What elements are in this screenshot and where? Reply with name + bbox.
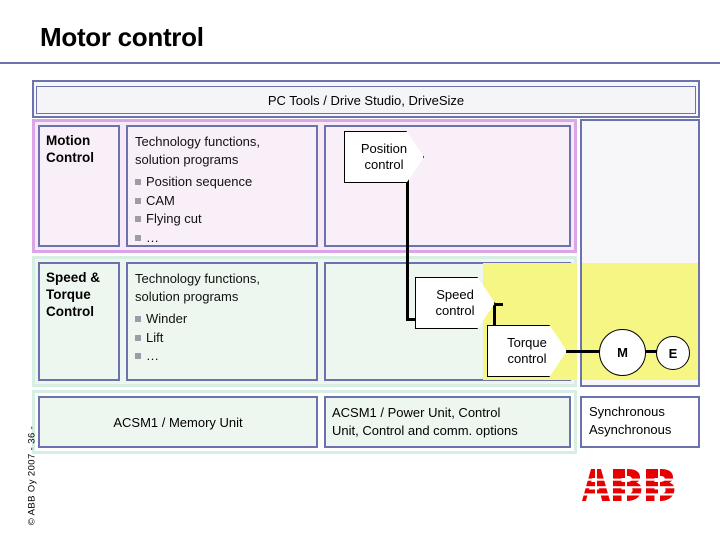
power-unit-line1: ACSM1 / Power Unit, Control [332,405,501,420]
speed-functions-title-line2: solution programs [135,288,239,304]
motion-functions-bullet-list: Position sequence CAM Flying cut … [135,173,316,246]
motion-functions-title-line1: Technology functions, [135,134,261,149]
speed-torque-functions-cell: Technology functions, solution programs … [126,262,318,381]
bullet-square-icon [135,234,141,241]
list-item-label: … [146,348,159,364]
list-item-label: Position sequence [146,174,253,190]
list-item-label: Winder [146,311,188,327]
motion-control-label-cell: Motion Control [38,125,120,247]
power-unit-cell: ACSM1 / Power Unit, Control Unit, Contro… [324,396,571,448]
list-item: … [135,347,316,365]
list-item: … [135,229,316,247]
memory-unit-cell: ACSM1 / Memory Unit [38,396,318,448]
copyright-notice: © ABB Oy 2007 - 36 - [26,425,38,526]
speed-functions-title-line1: Technology functions, [135,271,261,286]
motor-type-line2: Asynchronous [589,421,672,437]
motion-control-label-line1: Motion [46,133,91,148]
bullet-square-icon [135,353,141,360]
list-item-label: CAM [146,192,175,208]
list-item: CAM [135,192,316,210]
abb-logo [578,469,690,501]
list-item: Position sequence [135,173,316,191]
speed-torque-label-line1: Speed & [46,270,101,285]
pctools-label: PC Tools / Drive Studio, DriveSize [267,92,465,108]
motor-type-line1: Synchronous [589,404,665,419]
list-item-label: Flying cut [146,211,202,227]
power-unit-line2: Unit, Control and comm. options [332,422,518,438]
position-to-speed-wire [406,162,409,320]
slide-canvas: Motor control PC Tools / Drive Studio, D… [0,0,720,540]
list-item: Lift [135,329,316,347]
motion-functions-title-line2: solution programs [135,151,239,167]
list-item-label: … [146,229,159,245]
pctools-banner: PC Tools / Drive Studio, DriveSize [36,86,696,114]
list-item-label: Lift [146,329,164,345]
speed-torque-label-line2: Torque [46,286,91,302]
bullet-square-icon [135,197,141,204]
memory-unit-label: ACSM1 / Memory Unit [113,414,243,430]
speed-torque-label-line3: Control [46,303,94,319]
bullet-square-icon [135,179,141,186]
motor-type-cell: Synchronous Asynchronous [580,396,700,448]
torque-control-line2: control [507,351,547,366]
torque-control-line1: Torque [507,334,547,350]
bullet-square-icon [135,316,141,323]
motor-symbol-label: M [617,345,628,360]
bullet-square-icon [135,334,141,341]
title-divider [0,62,720,64]
list-item: Flying cut [135,210,316,228]
speed-control-line1: Speed [436,286,474,302]
motor-symbol: M [599,329,646,376]
motion-control-functions-cell: Technology functions, solution programs … [126,125,318,247]
page-title: Motor control [40,22,204,52]
bullet-square-icon [135,216,141,223]
encoder-symbol: E [656,336,690,370]
list-item: Winder [135,310,316,328]
encoder-symbol-label: E [668,345,678,361]
torque-to-motor-wire [562,350,604,353]
speed-functions-bullet-list: Winder Lift … [135,310,316,365]
speed-torque-label-cell: Speed & Torque Control [38,262,120,381]
motion-control-label-line2: Control [46,149,94,165]
speed-control-line2: control [435,303,475,318]
position-control-line2: control [364,157,404,172]
position-control-line1: Position [360,140,408,156]
